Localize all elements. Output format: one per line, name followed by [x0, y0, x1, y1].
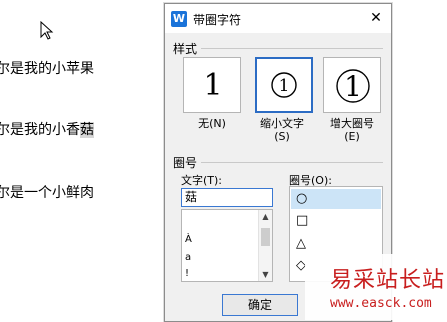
triangle-shape-icon[interactable]: △ — [296, 236, 306, 251]
svg-text:1: 1 — [203, 68, 222, 103]
mouse-cursor-icon — [40, 21, 54, 40]
list-item[interactable]: À — [185, 234, 192, 245]
character-text-input[interactable]: 菇 — [181, 188, 273, 207]
watermark-logo: 易采站长站 — [330, 268, 446, 293]
style-option-shrink-text[interactable]: 1 — [255, 57, 313, 113]
style-shrink-label: 缩小文字 (S) — [260, 117, 304, 143]
circle-section-divider — [201, 162, 383, 163]
scroll-down-icon[interactable]: ▼ — [259, 270, 272, 279]
scroll-up-icon[interactable]: ▲ — [259, 212, 272, 221]
document-line-2: 尔是我的小香菇 — [0, 119, 94, 139]
close-button[interactable]: ✕ — [361, 4, 391, 33]
svg-text:1: 1 — [279, 76, 290, 96]
style-none-label: 无(N) — [198, 117, 226, 130]
text-field-label: 文字(T): — [181, 174, 223, 187]
character-list[interactable]: À a ! ▲ ▼ — [181, 209, 273, 282]
circle-shape-icon[interactable]: ○ — [296, 191, 307, 206]
document-line-2-text: 尔是我的小香 — [0, 122, 80, 138]
ok-button[interactable]: 确定 — [222, 294, 298, 316]
scroll-thumb[interactable] — [261, 228, 270, 246]
style-section-label: 样式 — [173, 42, 198, 56]
square-shape-icon[interactable]: □ — [296, 213, 308, 228]
circle-section-label: 圈号 — [173, 156, 198, 170]
list-item[interactable]: a — [185, 252, 191, 263]
dialog-titlebar: W 带圈字符 ✕ — [165, 4, 391, 33]
style-enlarge-preview: 1 — [336, 69, 370, 103]
style-none-preview: 1 — [203, 68, 222, 103]
svg-text:1: 1 — [344, 70, 362, 103]
style-enlarge-label: 增大圈号 (E) — [330, 117, 374, 143]
style-shrink-preview: 1 — [271, 72, 297, 98]
document-line-1: 尔是我的小苹果 — [0, 61, 94, 77]
style-option-none[interactable]: 1 — [183, 57, 241, 113]
dialog-title: 带圈字符 — [193, 13, 242, 27]
selected-character: 菇 — [80, 122, 94, 138]
style-section-divider — [201, 48, 383, 49]
list-item[interactable]: ! — [185, 268, 189, 279]
character-list-scrollbar[interactable]: ▲ ▼ — [258, 210, 272, 281]
watermark-url: www.easck.com — [330, 296, 432, 311]
style-option-enlarge-ring[interactable]: 1 — [323, 57, 381, 113]
app-icon: W — [171, 11, 187, 27]
document-line-3: 尔是一个小鲜肉 — [0, 185, 94, 201]
